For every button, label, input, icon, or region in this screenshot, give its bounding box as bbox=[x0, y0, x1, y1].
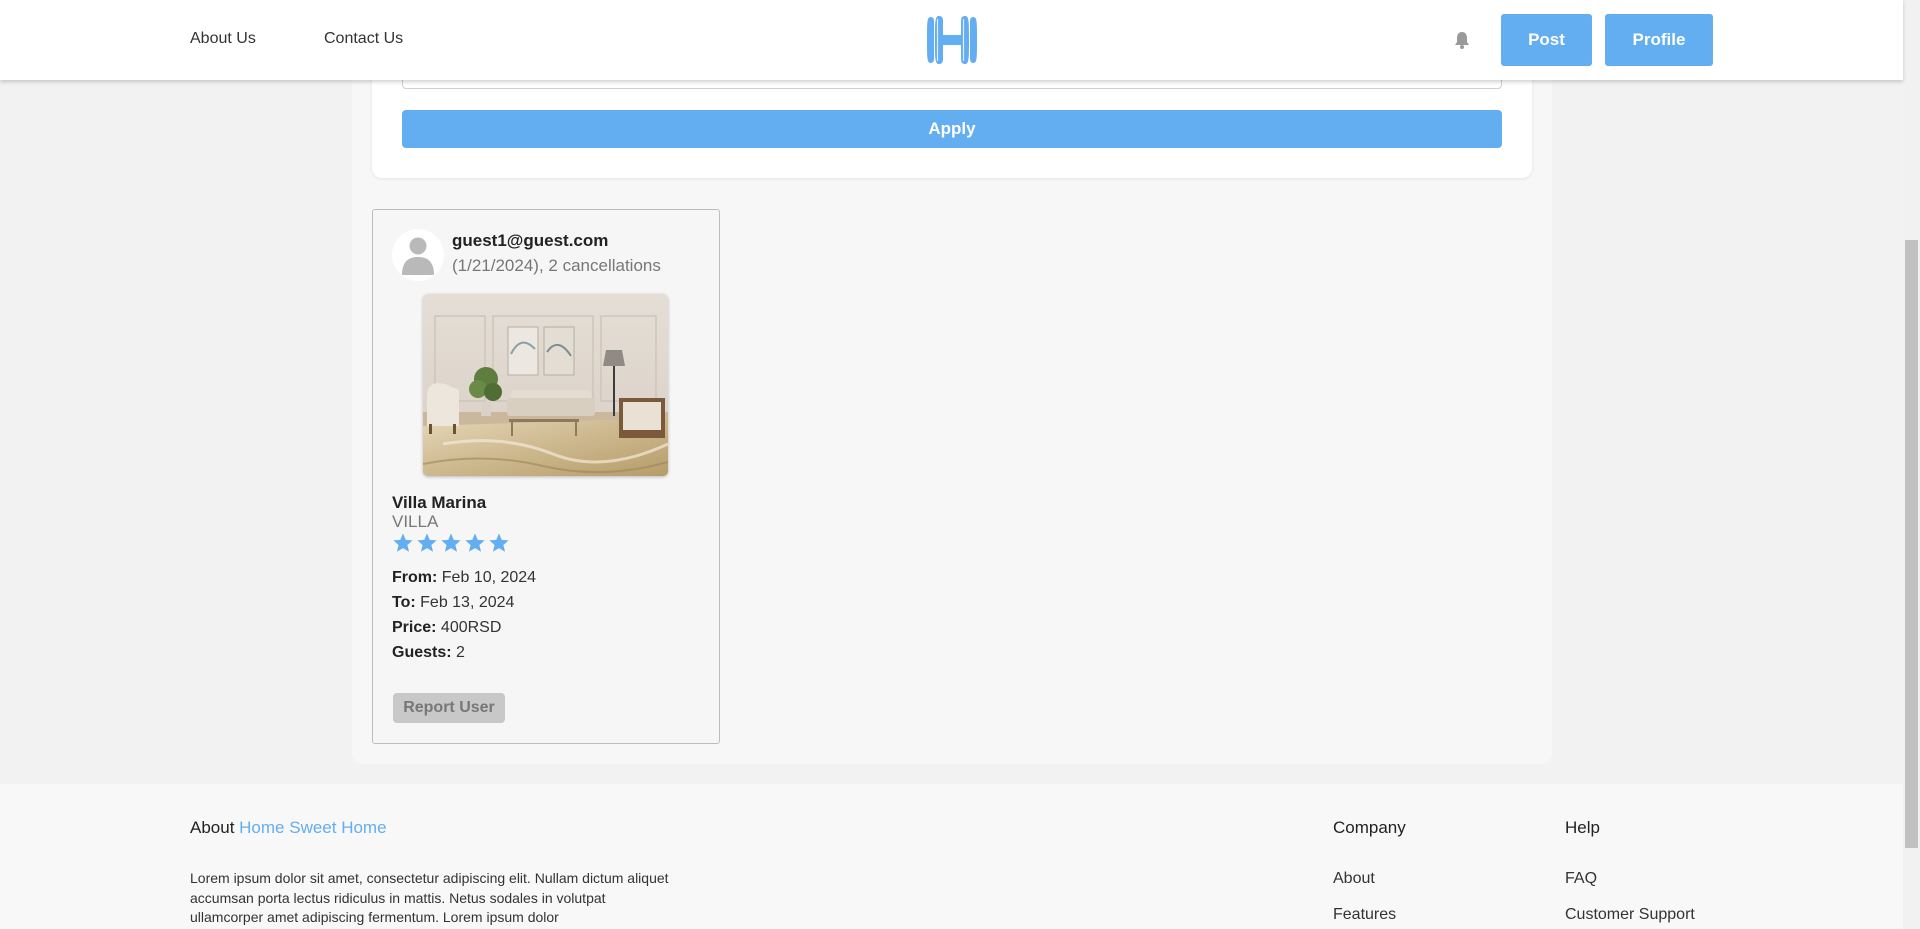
footer-about-prefix: About bbox=[190, 818, 240, 837]
nav-about-us[interactable]: About Us bbox=[190, 30, 256, 48]
footer-link-about[interactable]: About bbox=[1333, 870, 1375, 888]
reservation-card bbox=[372, 209, 720, 744]
to-row: To: Feb 13, 2024 bbox=[392, 594, 514, 612]
user-avatar-icon bbox=[402, 237, 434, 275]
star-icon bbox=[393, 533, 413, 552]
to-label: To: bbox=[392, 594, 416, 611]
property-name: Villa Marina bbox=[392, 493, 487, 512]
price-row: Price: 400RSD bbox=[392, 619, 501, 637]
guests-row: Guests: 2 bbox=[392, 644, 465, 662]
price-value: 400RSD bbox=[440, 619, 502, 636]
property-type: VILLA bbox=[392, 512, 439, 531]
footer-link-features[interactable]: Features bbox=[1333, 906, 1396, 924]
from-value: Feb 10, 2024 bbox=[441, 569, 537, 586]
footer-help-title: Help bbox=[1565, 818, 1600, 837]
scrollbar-thumb[interactable] bbox=[1905, 240, 1918, 848]
profile-button[interactable]: Profile bbox=[1605, 14, 1713, 66]
post-button[interactable]: Post bbox=[1501, 14, 1592, 66]
star-icon bbox=[489, 533, 509, 552]
footer-company-title: Company bbox=[1333, 818, 1406, 837]
star-icon bbox=[441, 533, 461, 552]
from-label: From: bbox=[392, 569, 438, 586]
footer-about-title: About Home Sweet Home bbox=[190, 818, 387, 838]
footer-link-faq[interactable]: FAQ bbox=[1565, 870, 1597, 888]
apply-button[interactable]: Apply bbox=[402, 110, 1502, 148]
guest-meta: (1/21/2024), 2 cancellations bbox=[452, 256, 661, 275]
guests-value: 2 bbox=[456, 644, 465, 661]
to-value: Feb 13, 2024 bbox=[420, 594, 515, 611]
guests-label: Guests: bbox=[392, 644, 452, 661]
avatar bbox=[392, 229, 444, 281]
property-photo[interactable] bbox=[423, 294, 668, 476]
living-room-image bbox=[423, 294, 668, 476]
house-h-logo-icon[interactable] bbox=[925, 13, 979, 67]
footer-about-text: Lorem ipsum dolor sit amet, consectetur … bbox=[190, 870, 669, 925]
price-label: Price: bbox=[392, 619, 437, 636]
bell-icon[interactable] bbox=[1452, 30, 1472, 50]
star-icon bbox=[417, 533, 437, 552]
from-row: From: Feb 10, 2024 bbox=[392, 569, 536, 587]
nav-contact-us[interactable]: Contact Us bbox=[324, 30, 403, 48]
star-icon bbox=[465, 533, 485, 552]
report-user-button[interactable]: Report User bbox=[393, 693, 505, 723]
footer-brand-name: Home Sweet Home bbox=[239, 818, 387, 837]
footer-link-customer-support[interactable]: Customer Support bbox=[1565, 906, 1695, 924]
top-navbar: About Us Contact Us Post Profile bbox=[0, 0, 1903, 80]
rating-stars bbox=[392, 532, 510, 554]
guest-email: guest1@guest.com bbox=[452, 231, 609, 250]
